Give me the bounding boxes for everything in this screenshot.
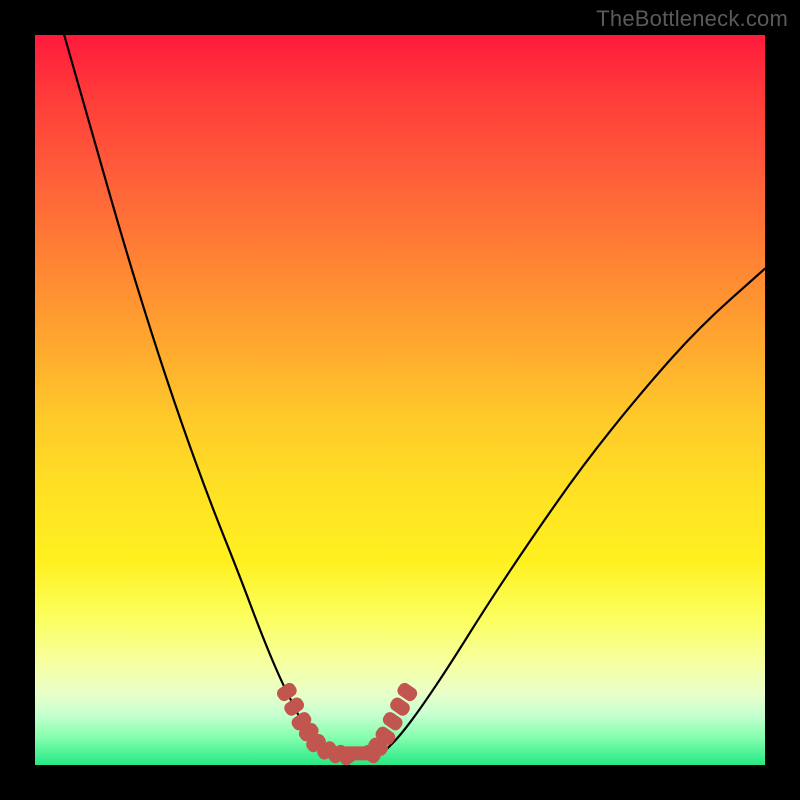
bottleneck-curve-svg: [35, 35, 765, 765]
outer-frame: TheBottleneck.com: [0, 0, 800, 800]
curve-group: [64, 35, 765, 750]
watermark-text: TheBottleneck.com: [596, 6, 788, 32]
right-curve: [385, 269, 765, 751]
marker-group: [275, 681, 420, 768]
left-curve: [64, 35, 327, 750]
plot-area: [35, 35, 765, 765]
